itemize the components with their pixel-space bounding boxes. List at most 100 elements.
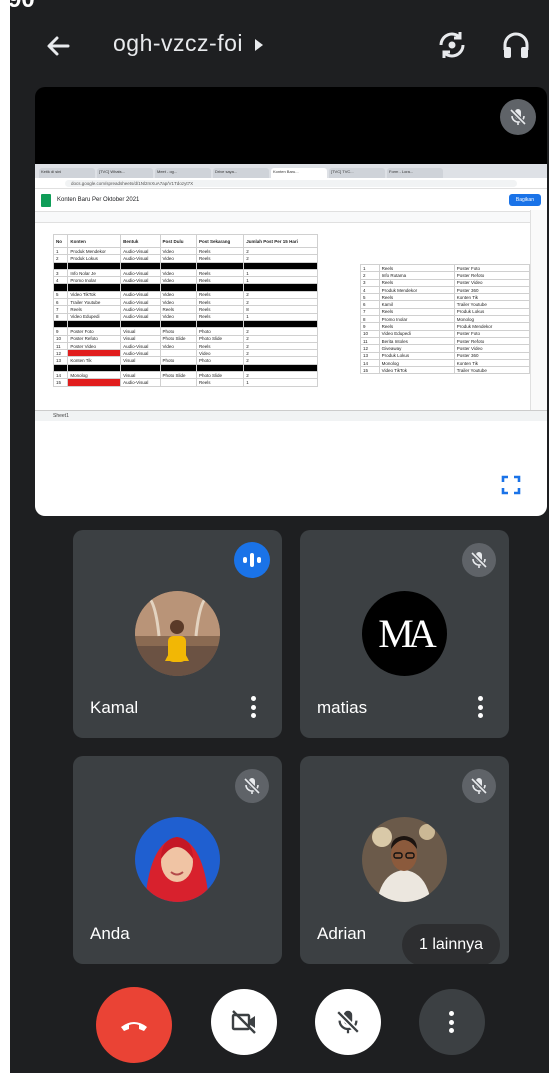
table-cell: 2 <box>360 271 380 280</box>
mic-toggle-button[interactable] <box>315 989 381 1055</box>
table-cell: Reels <box>378 307 455 317</box>
table-cell: Video <box>196 349 245 358</box>
table-row: 6 Kamil Trailer Youtube <box>360 300 531 309</box>
more-options-icon[interactable] <box>478 696 484 720</box>
participant-name: matias <box>317 698 368 717</box>
table-cell: 2 <box>243 246 318 256</box>
table-cell <box>243 261 318 270</box>
table-cell: Audio-Visual <box>120 246 161 256</box>
table-cell: 11 <box>360 336 380 346</box>
table-row: 4 Produk Mendekor Poster 360 <box>360 285 531 295</box>
browser-tab: [TVC] Whats... <box>97 168 153 178</box>
table-cell: Audio-Visual <box>120 268 161 278</box>
column-header: Bentuk <box>120 234 161 248</box>
table-cell: Reels <box>196 246 245 256</box>
table-row: 13 Produk Lokus Poster 360 <box>360 351 531 360</box>
table-cell <box>196 261 245 270</box>
table-row <box>52 363 318 373</box>
table-cell: 9 <box>360 322 380 331</box>
table-cell: Poster Video <box>453 278 531 287</box>
end-call-button[interactable] <box>96 987 172 1063</box>
table-cell: Poster Refoto <box>453 271 531 280</box>
others-count-button[interactable]: 1 lainnya <box>402 924 500 964</box>
table-cell: 11 <box>52 341 69 351</box>
column-header: Post Dulu <box>159 234 198 248</box>
table-cell: Produk Lokus <box>378 351 455 360</box>
table-cell: 3 <box>360 278 380 287</box>
table-cell: Video <box>159 312 198 321</box>
table-row: 12 Audio-Visual Video 2 <box>52 349 318 358</box>
table-cell: 14 <box>360 358 380 368</box>
table-row: 15 Audio-Visual Reels 1 <box>52 378 318 387</box>
table-cell: 7 <box>360 307 380 317</box>
table-cell: 2 <box>243 290 318 300</box>
table-cell: Audio-Visual <box>120 341 161 351</box>
table-cell <box>120 319 161 329</box>
participant-tile-anda[interactable]: Anda <box>73 756 282 964</box>
table-cell: Reels <box>378 293 455 302</box>
table-cell: Video TikTok <box>378 366 455 375</box>
table-cell: Video <box>159 246 198 256</box>
back-arrow-icon[interactable] <box>42 30 74 62</box>
table-cell: Photo <box>196 327 245 336</box>
participant-name: Adrian <box>317 924 367 943</box>
headphones-icon[interactable] <box>499 28 533 62</box>
table-cell: Promo Inolar <box>67 276 122 285</box>
table-cell: 12 <box>52 349 69 358</box>
fullscreen-icon <box>501 475 521 495</box>
participant-tile-matias[interactable]: MA matias <box>300 530 509 738</box>
table-cell: Info Rutama <box>378 271 455 280</box>
table-cell: Poster Foto <box>453 329 531 338</box>
avatar <box>135 591 220 676</box>
table-cell: 2 <box>243 356 318 365</box>
meeting-code: ogh-vzcz-foi <box>113 30 243 56</box>
table-row: 7 Reels Audio-Visual Reels Reels 8 <box>52 305 318 314</box>
table-cell <box>120 363 161 373</box>
table-cell: 8 <box>360 315 380 324</box>
browser-tab: Drive saya... <box>213 168 269 178</box>
avatar-monogram: MA <box>378 611 437 656</box>
table-cell: Audio-Visual <box>120 290 161 300</box>
camera-toggle-button[interactable] <box>211 989 277 1055</box>
presentation-tile[interactable]: Ketik di sini [TVC] Whats... Meet - og..… <box>35 87 547 516</box>
table-row: 11 Berita Intoles Poster Refoto <box>360 336 531 346</box>
participant-tile-kamal[interactable]: Kamal <box>73 530 282 738</box>
browser-tab: Form - Lora... <box>387 168 443 178</box>
table-cell: Video Edupedi <box>378 329 455 338</box>
table-cell: Visual <box>120 327 161 336</box>
table-cell: Konten Tik <box>67 356 122 365</box>
table-cell: 5 <box>52 290 69 300</box>
table-cell <box>67 363 122 373</box>
switch-camera-icon[interactable] <box>435 28 469 62</box>
table-cell: Photo Slide <box>159 371 198 380</box>
table-cell: 2 <box>243 341 318 351</box>
schedule-table: 1 Reels Poster Foto 2 Info Rutama Poster Refo… <box>360 263 531 375</box>
more-options-button[interactable] <box>419 989 485 1055</box>
table-cell: Video <box>159 298 198 307</box>
participant-tile-adrian[interactable]: Adrian 1 lainnya <box>300 756 509 964</box>
more-options-icon[interactable] <box>251 696 257 720</box>
fullscreen-button[interactable] <box>489 463 533 507</box>
mic-off-icon <box>462 543 496 577</box>
table-cell: Audio-Visual <box>120 305 161 314</box>
avatar <box>135 817 220 902</box>
table-row <box>52 319 318 329</box>
table-cell: 10 <box>52 334 69 343</box>
table-cell <box>196 319 245 329</box>
table-row: 2 Produk Lokus Audio-Visual Video Reels 2 <box>52 254 318 263</box>
table-row <box>52 283 318 292</box>
table-cell: Poster Foto <box>453 263 531 273</box>
table-cell: Poster Foto <box>67 327 122 336</box>
table-row: 14 Monolog Visual Photo Slide Photo Slide 2 <box>52 371 318 380</box>
table-cell: Video <box>159 276 198 285</box>
table-cell: Photo Slide <box>159 334 198 343</box>
meeting-code-button[interactable]: ogh-vzcz-foi <box>113 30 263 57</box>
meet-screen: 90 ogh-vzcz-foi <box>10 0 549 1073</box>
table-cell: Poster Video <box>453 344 531 353</box>
table-cell: 4 <box>52 276 69 285</box>
shared-screen: Ketik di sini [TVC] Whats... Meet - og..… <box>35 164 547 516</box>
table-cell: Video <box>159 268 198 278</box>
share-button: Bagikan <box>508 194 541 206</box>
table-row: 9 Poster Foto Visual Photo Photo 2 <box>52 327 318 336</box>
table-cell: Promo Inolar <box>378 315 455 324</box>
